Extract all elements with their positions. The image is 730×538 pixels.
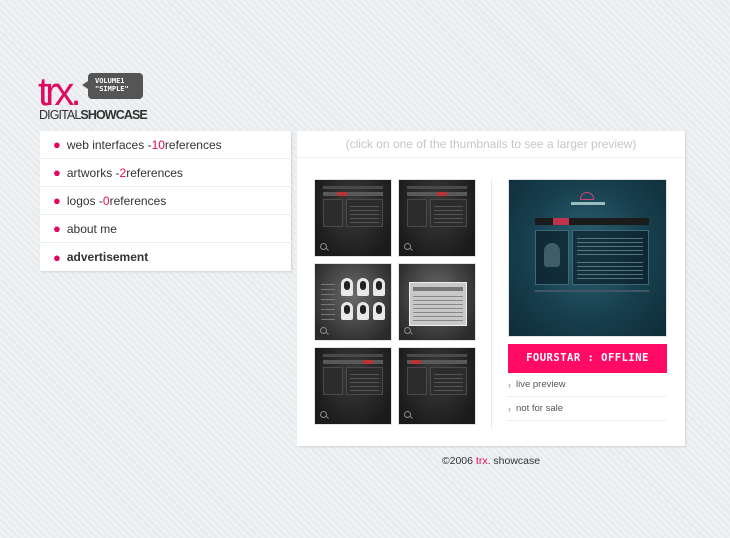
nav-item-artworks[interactable]: ● artworks - 2 references — [40, 159, 291, 187]
thumb-content-graphic — [430, 199, 467, 227]
thumb-avatars-graphic — [341, 278, 385, 324]
nav-item-label: advertisement — [66, 250, 149, 264]
volume-badge: VOLUME1 "SIMPLE" — [82, 73, 143, 99]
volume-edition-label: "SIMPLE" — [95, 85, 129, 93]
zoom-icon — [320, 411, 329, 420]
thumb-content-graphic — [430, 367, 467, 395]
thumb-sidebar-graphic — [407, 199, 427, 227]
preview-nav-graphic — [535, 218, 649, 225]
zoom-icon — [404, 411, 413, 420]
thumb-nav-graphic — [407, 192, 467, 196]
not-for-sale-link[interactable]: › not for sale — [508, 397, 667, 421]
thumb-header-graphic — [407, 186, 467, 189]
copyright-text: ©2006 — [441, 455, 476, 467]
preview-footer-graphic — [535, 290, 649, 292]
thumb-nav-graphic — [323, 360, 383, 364]
thumb-sidebar-graphic — [407, 367, 427, 395]
zoom-icon — [320, 327, 329, 336]
logo-subtitle: DIGITALSHOWCASE — [39, 108, 148, 122]
nav-item-label: web interfaces - — [66, 137, 152, 152]
bullet-icon: ● — [53, 221, 61, 236]
logo-sub-light: DIGITAL — [39, 108, 81, 122]
showcase-panel: (click on one of the thumbnails to see a… — [297, 131, 685, 446]
bullet-icon: ● — [53, 249, 61, 265]
volume-label: VOLUME1 — [95, 77, 125, 85]
panel-divider — [491, 180, 492, 428]
thumb-sidebar-graphic — [323, 199, 343, 227]
nav-item-label: logos - — [66, 193, 103, 208]
live-preview-link[interactable]: › live preview — [508, 373, 667, 397]
thumb-nav-graphic — [323, 192, 383, 196]
thumbnail-2[interactable] — [398, 179, 476, 257]
main-nav: ● web interfaces - 10 references ● artwo… — [40, 131, 291, 271]
nav-item-suffix: references — [109, 193, 167, 208]
project-title-bar[interactable]: FOURSTAR : OFFLINE — [508, 344, 667, 373]
nav-item-count: 10 — [151, 137, 165, 152]
chevron-right-icon: › — [508, 403, 511, 414]
nav-item-count: 2 — [119, 165, 127, 180]
chevron-right-icon: › — [508, 379, 511, 390]
nav-item-about-me[interactable]: ● about me — [40, 215, 291, 243]
thumb-header-graphic — [323, 186, 383, 189]
large-preview-image[interactable] — [508, 179, 667, 337]
zoom-icon — [404, 243, 413, 252]
nav-item-suffix: references — [164, 137, 222, 152]
footer-brand[interactable]: trx. — [476, 455, 491, 467]
nav-item-logos[interactable]: ● logos - 0 references — [40, 187, 291, 215]
thumbnail-6[interactable] — [398, 347, 476, 425]
thumb-list-graphic — [321, 280, 335, 320]
zoom-icon — [320, 243, 329, 252]
zoom-icon — [404, 327, 413, 336]
nav-item-label: artworks - — [66, 165, 120, 180]
thumb-dialog-graphic — [409, 282, 467, 326]
footer-suffix: showcase — [490, 455, 541, 467]
nav-item-suffix: references — [126, 165, 183, 180]
nav-item-web-interfaces[interactable]: ● web interfaces - 10 references — [40, 131, 291, 159]
thumb-content-graphic — [346, 367, 383, 395]
thumbnail-1[interactable] — [314, 179, 392, 257]
preview-logo-graphic — [580, 192, 594, 200]
site-logo[interactable]: trx. VOLUME1 "SIMPLE" DIGITALSHOWCASE — [38, 72, 148, 124]
live-preview-label: live preview — [516, 379, 566, 390]
thumb-header-graphic — [323, 354, 383, 357]
thumbnail-5[interactable] — [314, 347, 392, 425]
page-footer: ©2006 trx. showcase — [297, 455, 685, 467]
thumb-content-graphic — [346, 199, 383, 227]
thumbnail-hint: (click on one of the thumbnails to see a… — [297, 131, 685, 158]
thumbnail-4[interactable] — [398, 263, 476, 341]
bullet-icon: ● — [53, 193, 61, 208]
bullet-icon: ● — [53, 137, 61, 152]
nav-item-count: 0 — [102, 193, 110, 208]
bullet-icon: ● — [53, 165, 61, 180]
preview-profile-graphic — [535, 230, 569, 285]
thumbnail-3[interactable] — [314, 263, 392, 341]
preview-brand-graphic — [571, 202, 605, 205]
logo-wordmark: trx. — [38, 72, 82, 112]
preview-content-graphic — [572, 230, 649, 285]
not-for-sale-label: not for sale — [516, 403, 563, 414]
nav-item-advertisement[interactable]: ● advertisement — [40, 243, 291, 271]
thumb-header-graphic — [407, 354, 467, 357]
nav-item-label: about me — [66, 221, 117, 236]
logo-sub-bold: SHOWCASE — [80, 108, 147, 122]
thumb-nav-graphic — [407, 360, 467, 364]
thumb-sidebar-graphic — [323, 367, 343, 395]
